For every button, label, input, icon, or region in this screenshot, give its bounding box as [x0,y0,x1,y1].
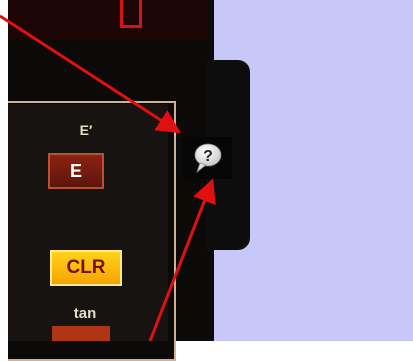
help-speech-bubble-icon[interactable]: ? [192,142,224,174]
clr-button[interactable]: CLR [50,250,122,286]
help-question-glyph: ? [203,148,213,165]
e-button[interactable]: E [48,153,104,189]
label-e-prime: E′ [79,122,93,138]
calculator-display [8,0,208,40]
display-digit-segment [120,0,142,28]
label-tan: tan [73,305,97,322]
partial-button-bottom[interactable] [52,326,110,341]
